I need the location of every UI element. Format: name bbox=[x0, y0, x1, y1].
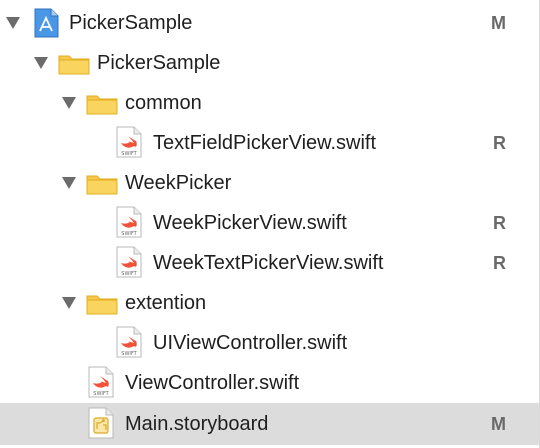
tree-row-label: WeekTextPickerView.swift bbox=[153, 252, 384, 274]
swift-file-icon: SWIFT bbox=[116, 326, 142, 358]
folder-icon bbox=[86, 175, 118, 195]
folder-icon bbox=[58, 55, 90, 75]
tree-row-label: ViewController.swift bbox=[125, 372, 300, 394]
tree-row-label: Main.storyboard bbox=[125, 413, 269, 435]
scm-status-badge: M bbox=[491, 13, 506, 33]
swift-file-icon: SWIFT bbox=[116, 126, 142, 158]
tree-row-label: WeekPicker bbox=[125, 172, 232, 194]
scm-status-badge: R bbox=[493, 213, 506, 233]
swift-file-icon: SWIFT bbox=[116, 246, 142, 278]
tree-row-file[interactable]: SWIFT TextFieldPickerView.swift R bbox=[0, 123, 539, 163]
disclosure-triangle-icon[interactable] bbox=[34, 57, 48, 69]
tree-row-label: PickerSample bbox=[97, 52, 221, 74]
disclosure-triangle-icon[interactable] bbox=[62, 297, 76, 309]
tree-row-label: PickerSample bbox=[69, 12, 193, 34]
tree-row-label: TextFieldPickerView.swift bbox=[153, 132, 377, 154]
swift-icon-text: SWIFT bbox=[121, 271, 137, 277]
tree-row-label: UIViewController.swift bbox=[153, 332, 348, 354]
tree-row-folder[interactable]: WeekPicker bbox=[0, 163, 539, 203]
disclosure-triangle-icon[interactable] bbox=[62, 97, 76, 109]
swift-icon-text: SWIFT bbox=[121, 231, 137, 237]
tree-row-file[interactable]: SWIFT WeekTextPickerView.swift R bbox=[0, 243, 539, 283]
scm-status-badge: R bbox=[493, 133, 506, 153]
tree-row-file[interactable]: SWIFT ViewController.swift bbox=[0, 363, 539, 403]
tree-row-label: WeekPickerView.swift bbox=[153, 212, 347, 234]
swift-icon-text: SWIFT bbox=[121, 351, 137, 357]
swift-file-icon: SWIFT bbox=[88, 366, 114, 398]
tree-row-label: common bbox=[125, 92, 202, 114]
tree-row-project[interactable]: PickerSample M bbox=[0, 3, 539, 43]
xcode-project-icon bbox=[34, 8, 59, 38]
scm-status-badge: R bbox=[493, 253, 506, 273]
folder-icon bbox=[86, 95, 118, 115]
project-navigator: PickerSample M PickerSample common SWIFT… bbox=[0, 0, 540, 448]
storyboard-file-icon bbox=[88, 407, 114, 439]
swift-icon-text: SWIFT bbox=[121, 151, 137, 157]
swift-file-icon: SWIFT bbox=[116, 206, 142, 238]
folder-icon bbox=[86, 295, 118, 315]
scm-status-badge: M bbox=[491, 414, 506, 434]
tree-row-folder[interactable]: PickerSample bbox=[0, 43, 539, 83]
tree-row-folder[interactable]: extention bbox=[0, 283, 539, 323]
tree-row-file-selected[interactable]: Main.storyboard M bbox=[0, 403, 539, 445]
disclosure-triangle-icon[interactable] bbox=[62, 177, 76, 189]
disclosure-triangle-icon[interactable] bbox=[6, 17, 20, 29]
tree-row-label: extention bbox=[125, 292, 207, 314]
tree-row-file[interactable]: SWIFT UIViewController.swift bbox=[0, 323, 539, 363]
tree-row-file[interactable]: SWIFT WeekPickerView.swift R bbox=[0, 203, 539, 243]
tree-row-folder[interactable]: common bbox=[0, 83, 539, 123]
swift-icon-text: SWIFT bbox=[93, 391, 109, 397]
